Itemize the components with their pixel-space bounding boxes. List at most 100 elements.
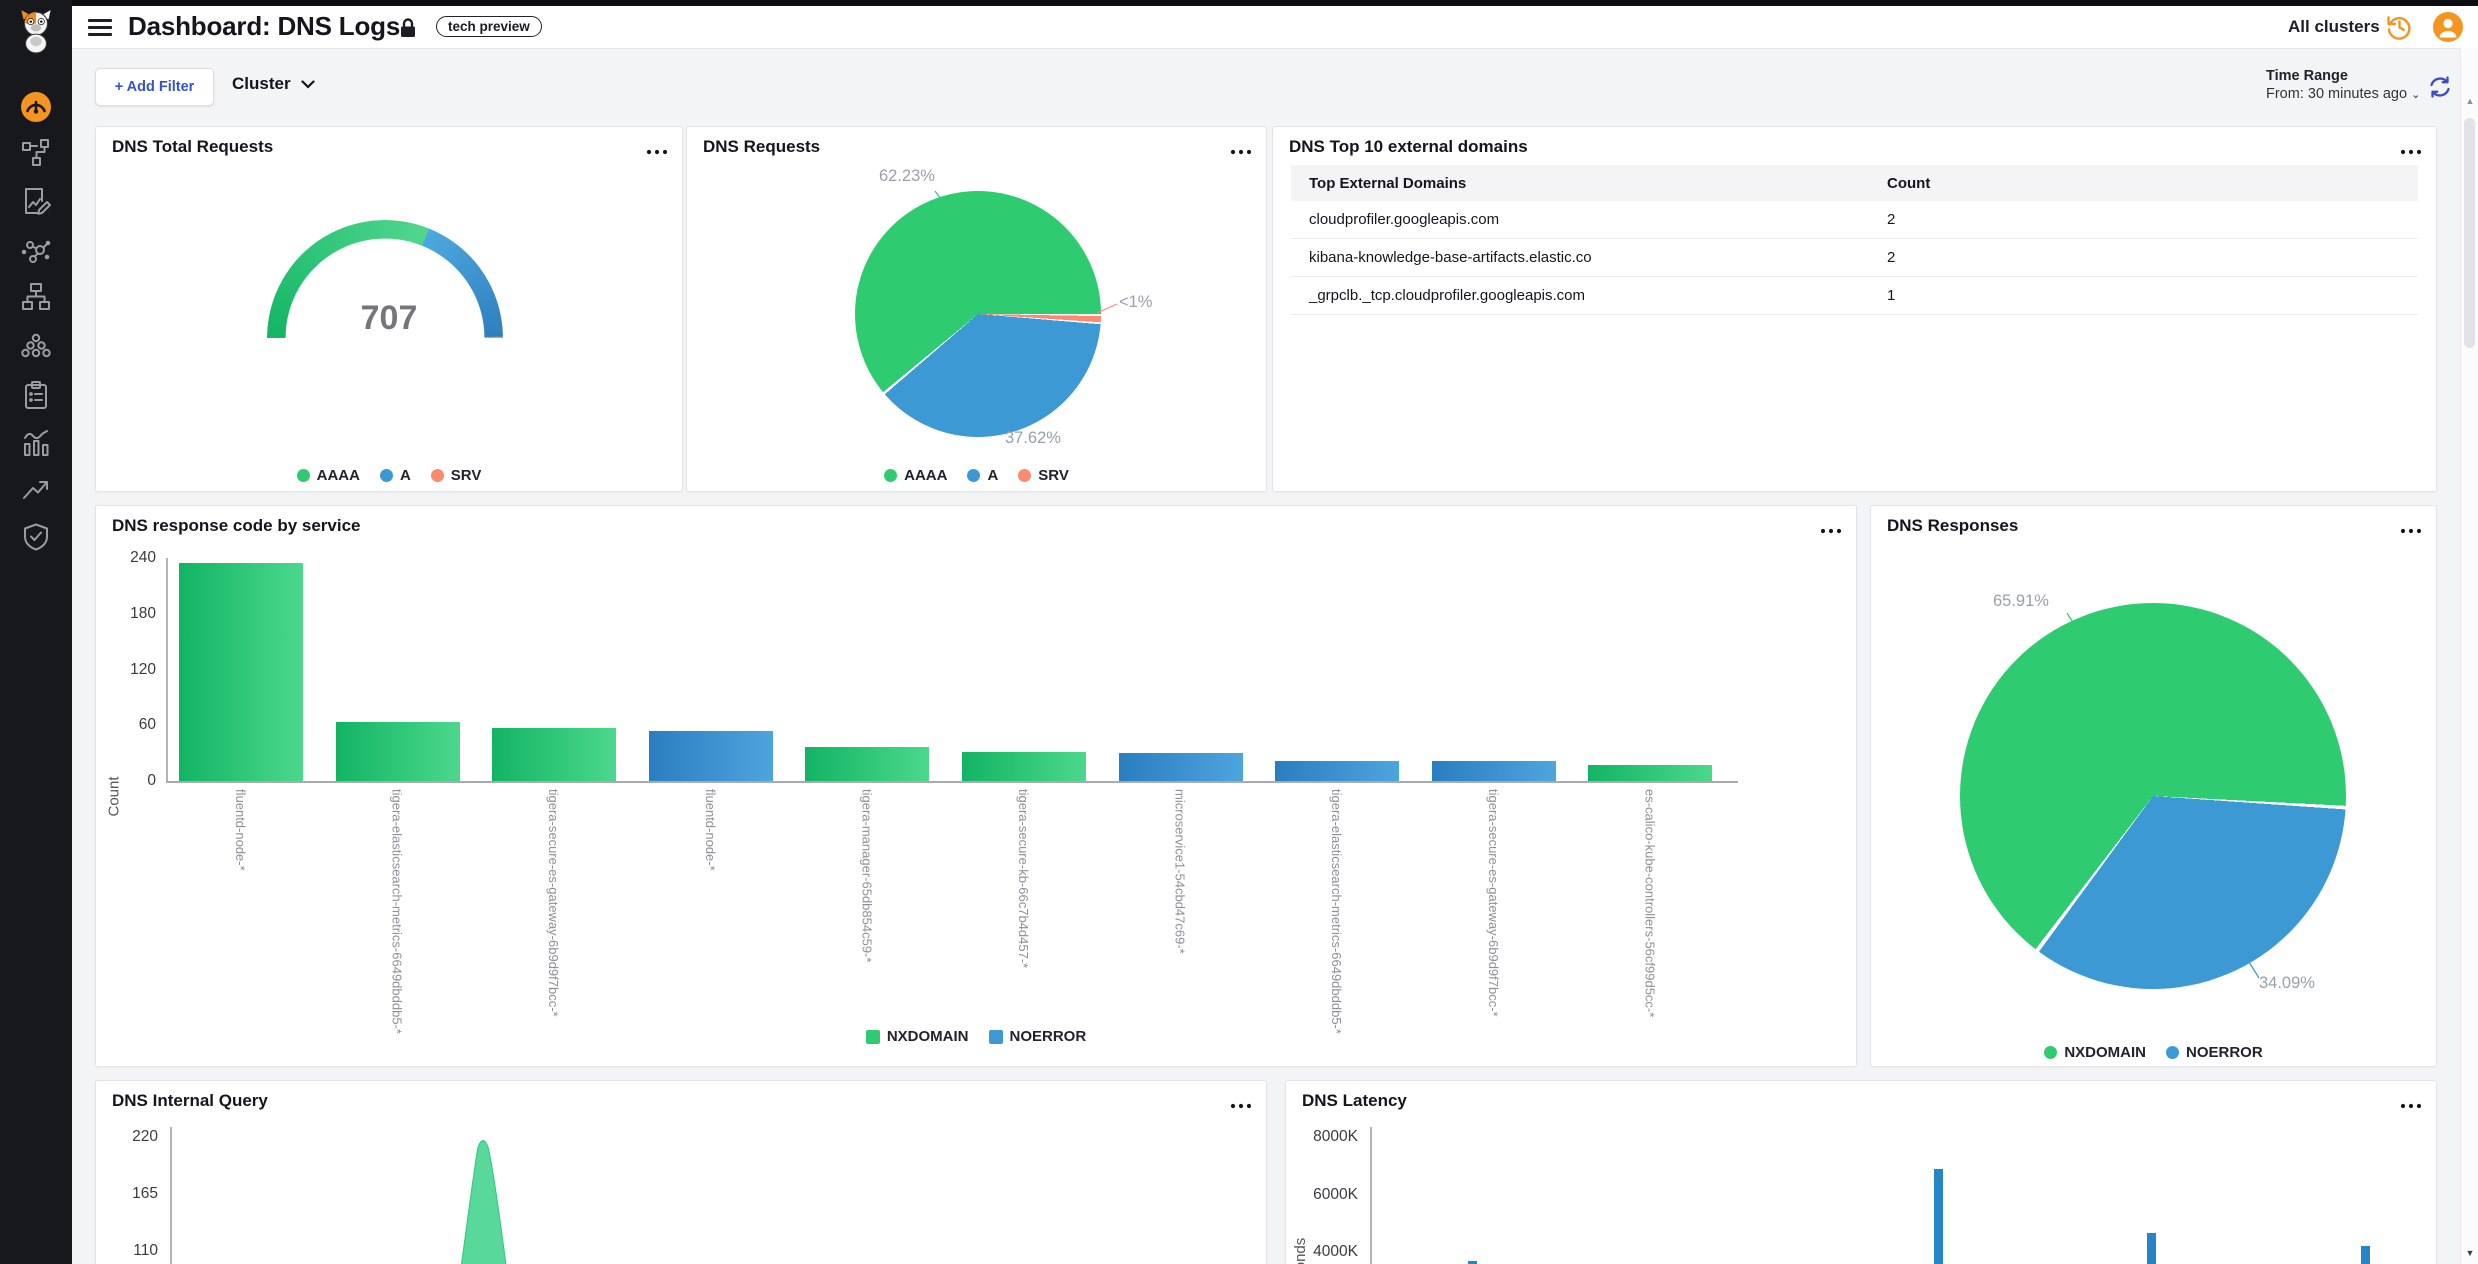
y-axis-line [1370,1127,1372,1264]
cell-count: 2 [1887,211,1895,228]
cluster-dropdown-label: Cluster [232,74,291,94]
bar-NXDOMAIN[interactable] [962,752,1086,781]
panel-dns-latency: DNS Latency 8000K6000K4000K Microseconds [1285,1080,2437,1264]
time-range-title: Time Range [2266,68,2420,84]
pie-legend: AAAAASRV [687,467,1266,484]
panel-dns-total-requests: DNS Total Requests 707 AAAAASRV [95,126,683,492]
refresh-icon[interactable] [2427,74,2453,105]
legend-item-A[interactable]: A [967,467,998,484]
legend-item-AAAA[interactable]: AAAA [297,467,360,484]
table-row: cloudprofiler.googleapis.com2 [1291,201,2418,239]
pie-callout: 34.09% [2259,974,2315,993]
x-axis-category-label: microservice1-54cbd47c69-* [1173,789,1188,954]
bar-NXDOMAIN[interactable] [336,722,460,781]
vertical-scrollbar[interactable]: ▲ ▼ [2460,48,2478,1264]
bar-NOERROR[interactable] [1432,761,1556,781]
user-avatar-icon[interactable] [2432,11,2464,48]
x-axis-category-label: tigera-elasticsearch-metrics-6649dbddb5-… [390,789,405,1034]
panel-menu-ellipsis-icon[interactable] [646,142,668,160]
table-row: _grpclb._tcp.cloudprofiler.googleapis.co… [1291,277,2418,315]
latency-bar[interactable] [1934,1169,1943,1264]
scrollbar-thumb[interactable] [2464,118,2475,348]
legend-item-NXDOMAIN[interactable]: NXDOMAIN [2044,1044,2146,1061]
panel-dns-internal-query: DNS Internal Query 220165110 [95,1080,1267,1264]
panel-title: DNS Top 10 external domains [1289,137,1528,157]
history-icon[interactable] [2383,11,2415,48]
bar-NXDOMAIN[interactable] [805,747,929,781]
cell-domain: cloudprofiler.googleapis.com [1291,211,1887,228]
y-tick-label: 240 [112,549,156,567]
legend-item-NXDOMAIN[interactable]: NXDOMAIN [866,1028,969,1045]
panel-menu-ellipsis-icon[interactable] [1820,521,1842,539]
time-range-value[interactable]: From: 30 minutes ago ⌄ [2266,86,2420,102]
scrollbar-up-arrow-icon[interactable]: ▲ [2461,96,2478,106]
latency-bar[interactable] [2147,1233,2156,1264]
legend-label: NXDOMAIN [887,1028,969,1045]
area-spike[interactable] [96,1081,1266,1264]
sidebar-item-trend-arrow[interactable] [21,475,51,505]
page-title: Dashboard: DNS Logs [128,11,400,42]
panel-menu-ellipsis-icon[interactable] [1230,142,1252,160]
cluster-dropdown[interactable]: Cluster [232,74,315,94]
table-header-row: Top External Domains Count [1291,165,2418,201]
pie-callout: 65.91% [1993,592,2049,611]
sidebar-item-molecule[interactable] [21,235,51,265]
lock-icon [398,17,418,44]
all-clusters-selector[interactable]: All clusters [2288,17,2380,37]
legend-label: AAAA [904,467,947,484]
y-tick-label: 8000K [1302,1128,1358,1146]
legend-swatch-icon [1018,469,1031,482]
legend-item-AAAA[interactable]: AAAA [884,467,947,484]
sidebar-item-clipboard[interactable] [21,380,51,410]
legend-item-SRV[interactable]: SRV [431,467,482,484]
latency-bar[interactable] [1468,1261,1477,1264]
latency-bar[interactable] [2361,1246,2370,1264]
legend-item-A[interactable]: A [380,467,411,484]
gauge-arc[interactable] [267,220,503,456]
sidebar-item-node-cluster[interactable] [21,331,51,361]
scrollbar-down-arrow-icon[interactable]: ▼ [2461,1248,2478,1258]
sidebar-item-bar-stats[interactable] [21,428,51,458]
y-tick-label: 0 [112,772,156,790]
y-axis-line [166,558,168,782]
panel-title: DNS Total Requests [112,137,273,157]
gauge-legend: AAAAASRV [96,467,682,484]
pie-callout: 62.23% [879,167,935,186]
bar-NXDOMAIN[interactable] [1588,765,1712,781]
sidebar-item-document-edit[interactable] [21,186,51,216]
menu-icon[interactable] [88,19,112,36]
bar-NXDOMAIN[interactable] [492,728,616,781]
legend-label: NOERROR [1010,1028,1087,1045]
sidebar-item-topology[interactable] [21,138,51,168]
tech-preview-badge: tech preview [436,16,542,37]
panel-menu-ellipsis-icon[interactable] [2400,142,2422,160]
legend-item-NOERROR[interactable]: NOERROR [2166,1044,2263,1061]
legend-swatch-icon [2044,1046,2057,1059]
panel-dns-response-code-by-service: DNS response code by service Count fluen… [95,505,1857,1067]
bar-NOERROR[interactable] [1119,753,1243,781]
legend-item-SRV[interactable]: SRV [1018,467,1069,484]
calico-cat-logo-icon[interactable] [14,8,58,54]
time-range-control: Time Range From: 30 minutes ago ⌄ [2266,68,2420,102]
legend-item-NOERROR[interactable]: NOERROR [989,1028,1087,1045]
bar-NXDOMAIN[interactable] [179,563,303,781]
legend-swatch-icon [884,469,897,482]
panel-menu-ellipsis-icon[interactable] [2400,521,2422,539]
y-tick-label: 180 [112,605,156,623]
panel-title: DNS Latency [1302,1091,1407,1111]
pie-dns-responses[interactable] [1960,603,2346,989]
bar-NOERROR[interactable] [1275,761,1399,781]
add-filter-button[interactable]: + Add Filter [95,68,214,106]
gauge-value: 707 [96,299,682,338]
panel-dns-responses: DNS Responses 65.91% 34.09% NXDOMAINNOER… [1870,505,2437,1067]
x-axis-category-label: tigera-secure-es-gateway-6b9d9f7bcc-* [546,789,561,1017]
panel-menu-ellipsis-icon[interactable] [2400,1096,2422,1114]
sidebar-item-dashboards[interactable] [19,90,53,124]
legend-label: A [987,467,998,484]
x-axis-line [166,781,1738,783]
sidebar-item-shield-check[interactable] [21,522,51,552]
bar-legend: NXDOMAIN NOERROR [96,1028,1856,1045]
sidebar-item-network-hierarchy[interactable] [21,282,51,312]
pie-dns-requests[interactable] [855,191,1101,437]
bar-NOERROR[interactable] [649,731,773,781]
